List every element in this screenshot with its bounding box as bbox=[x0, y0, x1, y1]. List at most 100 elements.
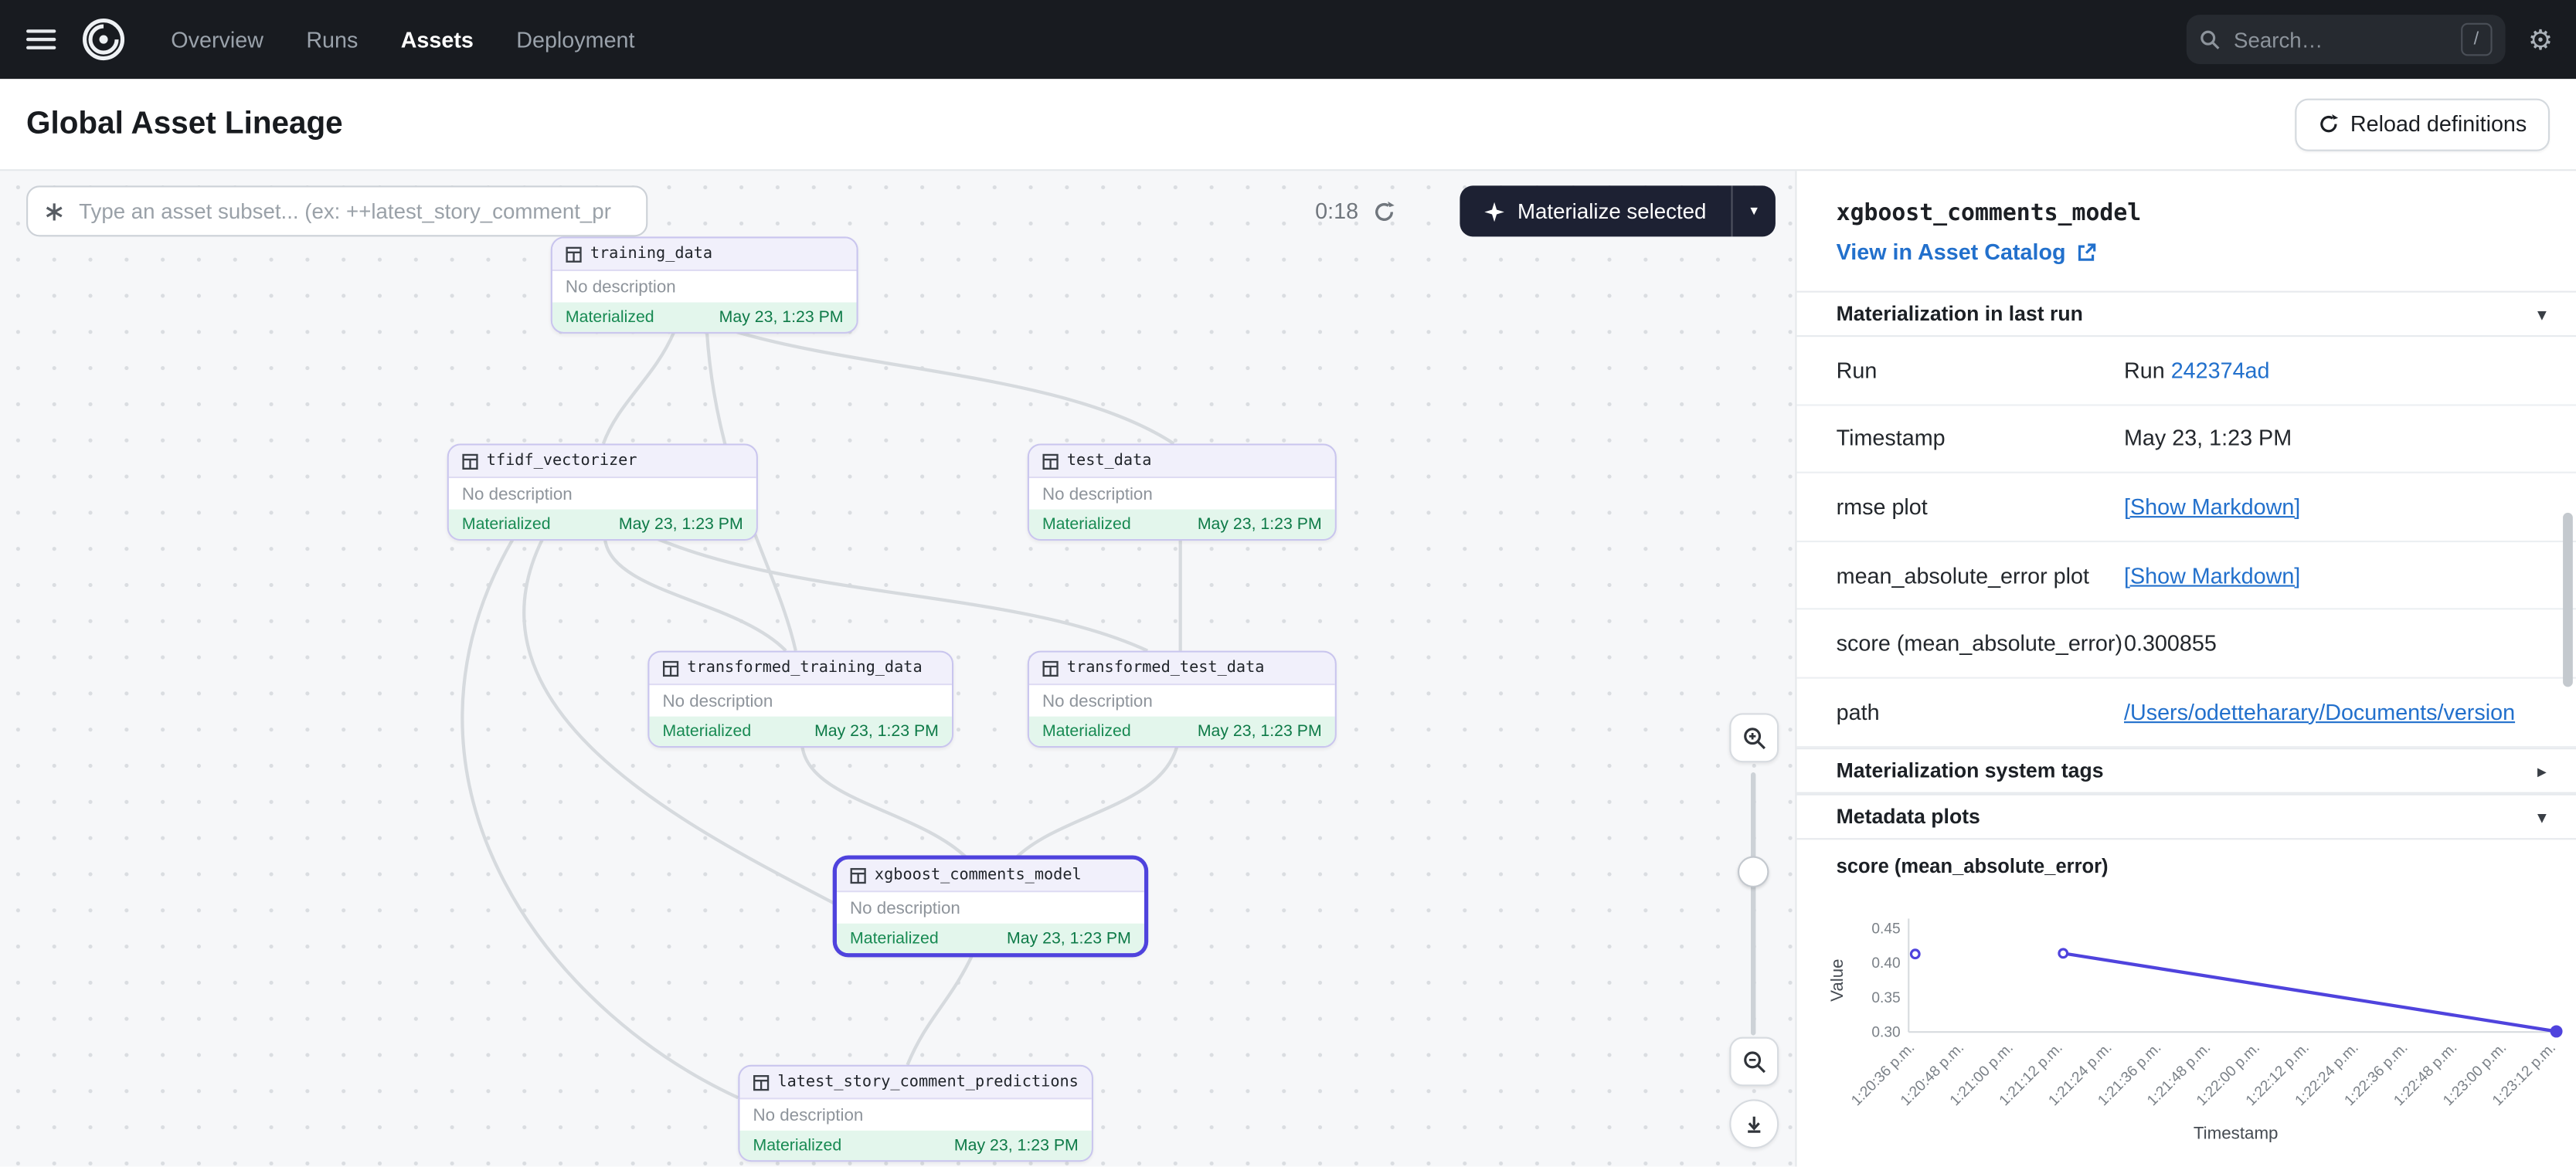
refresh-icon bbox=[2317, 114, 2339, 135]
table-icon bbox=[850, 867, 866, 883]
materialized-timestamp[interactable]: May 23, 1:23 PM bbox=[814, 722, 939, 740]
table-icon bbox=[462, 453, 478, 469]
nav-right: / ⚙ bbox=[2186, 15, 2553, 64]
asset-node-footer: Materialized May 23, 1:23 PM bbox=[552, 302, 857, 331]
section-label: Metadata plots bbox=[1837, 806, 1980, 829]
asset-node-name: test_data bbox=[1067, 452, 1152, 470]
asset-title: xgboost_comments_model bbox=[1837, 201, 2142, 227]
asset-node-xgboost_comments_model[interactable]: xgboost_comments_model No description Ma… bbox=[835, 858, 1146, 955]
asset-node-latest_story_comment_predictions[interactable]: latest_story_comment_predictions No desc… bbox=[738, 1065, 1093, 1162]
chevron-down-icon[interactable]: ▾ bbox=[2537, 806, 2547, 828]
metadata-plot-title: score (mean_absolute_error) bbox=[1837, 854, 2109, 877]
asset-filter-input[interactable] bbox=[76, 197, 630, 225]
metadata-value-link[interactable]: /Users/odetteharary/Documents/version bbox=[2124, 700, 2515, 724]
asset-node-name: latest_story_comment_predictions bbox=[777, 1073, 1078, 1091]
asset-node-description: No description bbox=[1029, 685, 1335, 716]
download-view-button[interactable] bbox=[1729, 1099, 1779, 1148]
metadata-value-link[interactable]: 242374ad bbox=[2171, 358, 2270, 382]
global-search[interactable]: / bbox=[2186, 15, 2505, 64]
svg-text:0.40: 0.40 bbox=[1871, 955, 1900, 972]
metadata-row-rmse-plot: rmse plot[Show Markdown] bbox=[1797, 473, 2576, 541]
asset-node-transformed_training_data[interactable]: transformed_training_data No description… bbox=[647, 651, 953, 748]
zoom-slider-track[interactable] bbox=[1751, 772, 1755, 1035]
table-icon bbox=[1042, 453, 1059, 469]
asset-node-test_data[interactable]: test_data No description Materialized Ma… bbox=[1028, 443, 1337, 541]
nav-item-deployment[interactable]: Deployment bbox=[516, 27, 634, 52]
refresh-now-icon[interactable] bbox=[1373, 200, 1396, 223]
metadata-table: RunRun 242374adTimestampMay 23, 1:23 PMr… bbox=[1797, 337, 2576, 747]
svg-text:Value: Value bbox=[1827, 958, 1847, 1001]
download-icon bbox=[1742, 1112, 1765, 1135]
materialized-timestamp[interactable]: May 23, 1:23 PM bbox=[1007, 929, 1131, 947]
svg-text:Timestamp: Timestamp bbox=[2194, 1123, 2279, 1142]
view-in-asset-catalog-link[interactable]: View in Asset Catalog bbox=[1837, 240, 2095, 265]
chevron-right-icon[interactable]: ▸ bbox=[2537, 760, 2547, 782]
page-title: Global Asset Lineage bbox=[26, 106, 343, 142]
materialized-status: Materialized bbox=[566, 308, 654, 326]
materialized-timestamp[interactable]: May 23, 1:23 PM bbox=[1198, 515, 1322, 533]
zoom-slider-handle[interactable] bbox=[1738, 857, 1769, 887]
view-in-asset-catalog-label: View in Asset Catalog bbox=[1837, 240, 2066, 265]
section-metadata-plots[interactable]: Metadata plots ▾ bbox=[1797, 794, 2576, 840]
asset-node-header: transformed_training_data bbox=[649, 653, 951, 686]
section-label: Materialization in last run bbox=[1837, 302, 2083, 325]
nav-items: Overview Runs Assets Deployment bbox=[171, 27, 634, 52]
external-link-icon bbox=[2075, 243, 2095, 263]
asset-node-training_data[interactable]: training_data No description Materialize… bbox=[551, 236, 858, 334]
asset-node-name: transformed_test_data bbox=[1067, 659, 1265, 677]
reload-definitions-label: Reload definitions bbox=[2350, 112, 2527, 137]
asset-node-header: latest_story_comment_predictions bbox=[739, 1067, 1091, 1100]
nav-item-runs[interactable]: Runs bbox=[306, 27, 358, 52]
metadata-row-path: path/Users/odetteharary/Documents/versio… bbox=[1797, 679, 2576, 747]
materialized-status: Materialized bbox=[753, 1136, 841, 1154]
asset-node-transformed_test_data[interactable]: transformed_test_data No description Mat… bbox=[1028, 651, 1337, 748]
svg-text:0.35: 0.35 bbox=[1871, 990, 1900, 1006]
section-materialization-last-run[interactable]: Materialization in last run ▾ bbox=[1797, 291, 2576, 338]
materialized-timestamp[interactable]: May 23, 1:23 PM bbox=[619, 515, 743, 533]
nav-item-overview[interactable]: Overview bbox=[171, 27, 263, 52]
asset-filter[interactable] bbox=[26, 185, 647, 236]
materialized-timestamp[interactable]: May 23, 1:23 PM bbox=[954, 1136, 1079, 1154]
zoom-out-button[interactable] bbox=[1729, 1037, 1779, 1087]
asset-node-description: No description bbox=[837, 892, 1144, 923]
asset-node-description: No description bbox=[739, 1099, 1091, 1130]
refresh-timer: 0:18 bbox=[1315, 185, 1396, 236]
section-label: Materialization system tags bbox=[1837, 759, 2104, 782]
hamburger-menu-icon[interactable] bbox=[26, 29, 56, 49]
panel-scrollbar-thumb[interactable] bbox=[2563, 513, 2573, 687]
op-selector-icon bbox=[44, 202, 64, 222]
materialized-timestamp[interactable]: May 23, 1:23 PM bbox=[1198, 722, 1322, 740]
metadata-value-link[interactable]: [Show Markdown] bbox=[2124, 563, 2300, 588]
section-materialization-system-tags[interactable]: Materialization system tags ▸ bbox=[1797, 748, 2576, 794]
search-input[interactable] bbox=[2231, 25, 2451, 53]
asset-node-footer: Materialized May 23, 1:23 PM bbox=[1029, 717, 1335, 746]
materialize-dropdown-caret[interactable]: ▾ bbox=[1731, 185, 1775, 236]
reload-definitions-button[interactable]: Reload definitions bbox=[2295, 98, 2550, 151]
asset-node-name: transformed_training_data bbox=[687, 659, 922, 677]
zoom-in-icon bbox=[1742, 725, 1766, 750]
asset-node-tfidf_vectorizer[interactable]: tfidf_vectorizer No description Material… bbox=[447, 443, 758, 541]
asset-node-footer: Materialized May 23, 1:23 PM bbox=[1029, 510, 1335, 539]
settings-gear-icon[interactable]: ⚙ bbox=[2528, 25, 2553, 53]
table-icon bbox=[566, 246, 582, 262]
nav-item-assets[interactable]: Assets bbox=[401, 27, 474, 52]
svg-text:0.45: 0.45 bbox=[1871, 921, 1900, 938]
asset-node-description: No description bbox=[552, 271, 857, 302]
materialize-selected-main[interactable]: Materialize selected bbox=[1460, 185, 1731, 236]
metadata-value-link[interactable]: [Show Markdown] bbox=[2124, 494, 2300, 519]
materialize-selected-button[interactable]: Materialize selected ▾ bbox=[1460, 185, 1776, 236]
asset-node-description: No description bbox=[449, 478, 756, 509]
metadata-value: /Users/odetteharary/Documents/version bbox=[2124, 700, 2576, 724]
dagster-logo[interactable] bbox=[79, 15, 128, 64]
metadata-row-run: RunRun 242374ad bbox=[1797, 337, 2576, 405]
materialized-status: Materialized bbox=[1042, 515, 1131, 533]
lineage-graph: training_data No description Materialize… bbox=[0, 169, 1797, 1167]
chevron-down-icon[interactable]: ▾ bbox=[2537, 304, 2547, 325]
metadata-key: rmse plot bbox=[1797, 494, 2124, 519]
metadata-value: May 23, 1:23 PM bbox=[2124, 426, 2576, 451]
materialized-timestamp[interactable]: May 23, 1:23 PM bbox=[719, 308, 844, 326]
asset-node-header: tfidf_vectorizer bbox=[449, 446, 756, 479]
zoom-in-button[interactable] bbox=[1729, 713, 1779, 762]
asset-node-name: xgboost_comments_model bbox=[875, 866, 1082, 884]
metadata-value: [Show Markdown] bbox=[2124, 563, 2576, 588]
